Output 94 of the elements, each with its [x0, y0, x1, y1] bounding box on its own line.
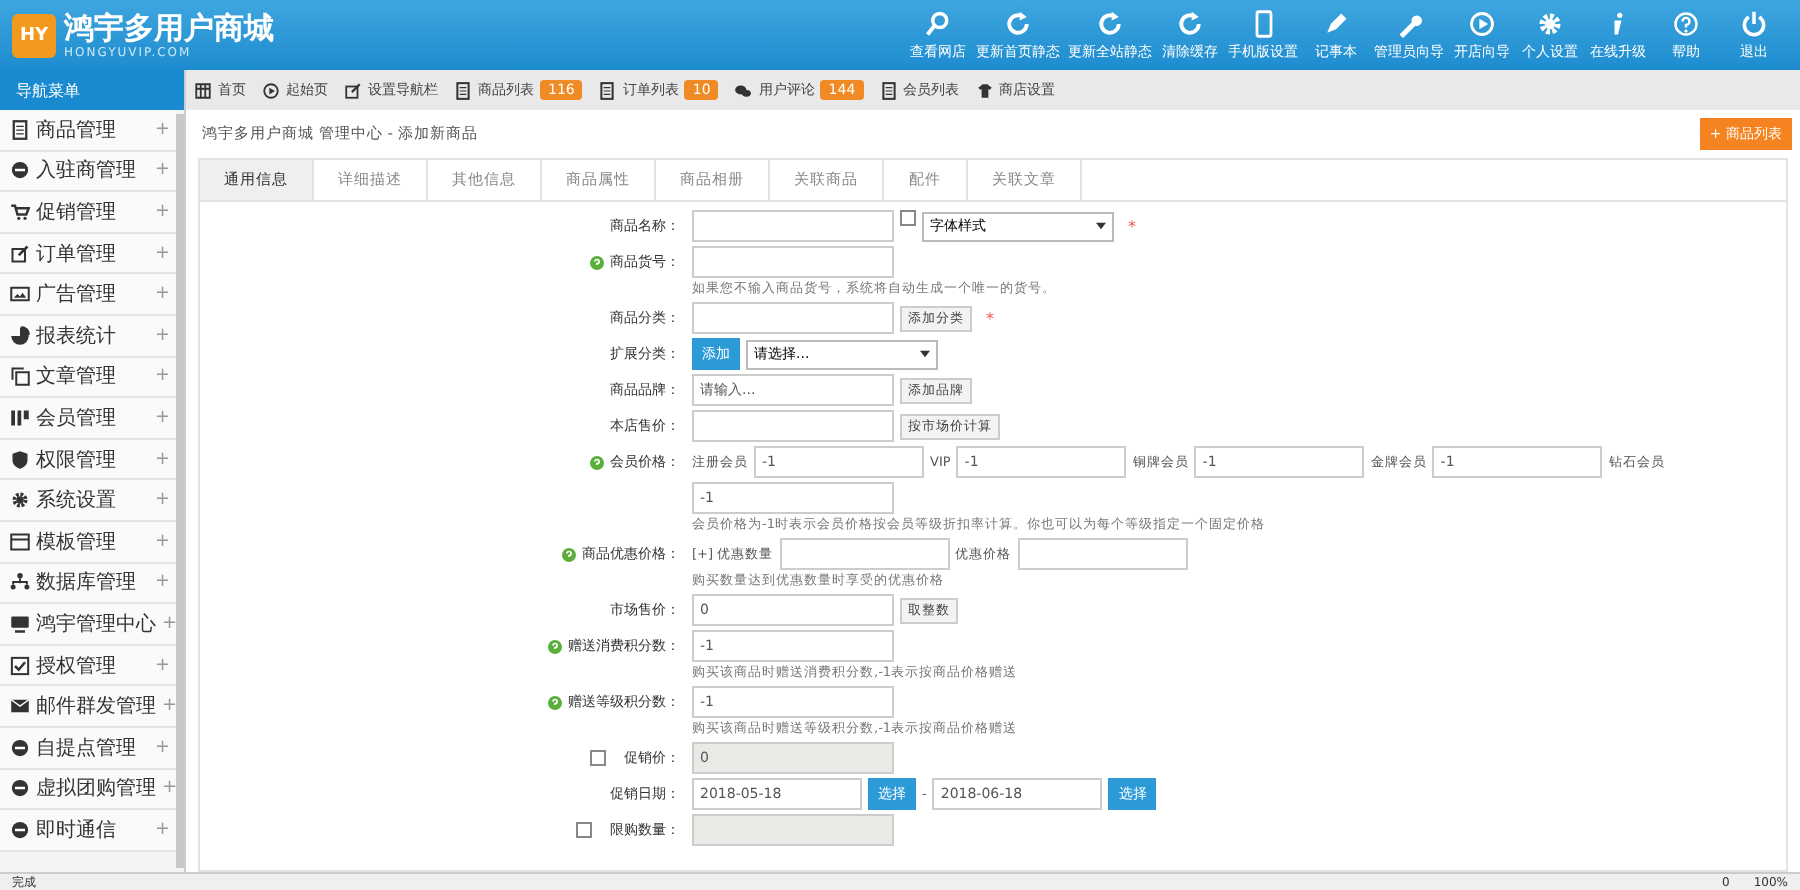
sidebar-item[interactable]: 虚拟团购管理 + [0, 769, 176, 811]
monitor-icon [10, 613, 30, 634]
edit-icon [10, 243, 30, 264]
expand-sign: + [162, 696, 178, 717]
window-icon [10, 531, 30, 552]
play-icon [1468, 9, 1496, 37]
expand-sign: + [154, 201, 170, 222]
copy-icon [10, 366, 30, 387]
shield-icon [10, 449, 30, 470]
gear-icon [10, 490, 30, 511]
input-field[interactable] [692, 302, 894, 334]
scrollbar[interactable] [176, 114, 184, 868]
sidebar-item[interactable]: 文章管理 + [0, 357, 176, 399]
doc-icon [454, 81, 472, 99]
sidebar-item[interactable]: 即时通信 + [0, 810, 176, 852]
wrench-icon [1395, 9, 1423, 37]
sidebar-item[interactable]: 广告管理 + [0, 274, 176, 316]
sidebar-item[interactable]: 授权管理 + [0, 645, 176, 687]
expand-sign: + [154, 490, 170, 511]
mail-icon [10, 696, 30, 717]
expand-sign: + [154, 366, 170, 387]
help-icon [1672, 9, 1700, 37]
minus-icon [10, 819, 30, 840]
help-icon[interactable] [548, 695, 562, 709]
caret-icon [920, 350, 930, 358]
input-field[interactable] [1017, 538, 1188, 570]
expand-sign: + [162, 613, 178, 634]
input-field[interactable] [692, 410, 894, 442]
input-field[interactable] [692, 246, 894, 278]
sidebar-item[interactable]: 数据库管理 + [0, 563, 176, 605]
grid-icon [194, 81, 212, 99]
play-icon [262, 81, 280, 99]
help-icon[interactable] [590, 455, 604, 469]
gear-icon [1536, 9, 1564, 37]
sidebar-item[interactable]: 系统设置 + [0, 480, 176, 522]
minus-icon [10, 160, 30, 181]
sidebar-item[interactable]: 商品管理 + [0, 110, 176, 152]
minus-icon [10, 737, 30, 758]
logo-mark: HY [12, 13, 56, 57]
check-icon [10, 655, 30, 676]
sidebar-item[interactable]: 订单管理 + [0, 233, 176, 275]
help-icon[interactable] [590, 255, 604, 269]
sidebar-item[interactable]: 鸿宇管理中心 + [0, 604, 176, 646]
input-field[interactable] [779, 538, 950, 570]
sidebar-item[interactable]: 入驻商管理 + [0, 151, 176, 193]
sitemap-icon [10, 572, 30, 593]
help-icon[interactable] [562, 547, 576, 561]
checkbox[interactable] [576, 822, 592, 838]
doc-icon [10, 119, 30, 140]
image-icon [10, 284, 30, 305]
required-mark: * [986, 309, 994, 327]
logo-title: 鸿宇多用户商城 [64, 11, 274, 45]
expand-sign: + [154, 243, 170, 264]
sidebar-item[interactable]: 报表统计 + [0, 315, 176, 358]
expand-sign: + [154, 325, 170, 346]
shirt-icon [975, 81, 994, 99]
sidebar-item[interactable]: 模板管理 + [0, 521, 176, 564]
expand-sign: + [154, 737, 170, 758]
required-mark: * [1128, 217, 1136, 235]
chat-icon [734, 81, 753, 99]
refresh-icon [1096, 9, 1124, 37]
doc-icon [598, 81, 617, 99]
sidebar-item[interactable]: 会员管理 + [0, 398, 176, 440]
sidebar-item[interactable]: 促销管理 + [0, 192, 176, 234]
expand-sign: + [154, 449, 170, 470]
expand-sign: + [154, 119, 170, 140]
sidebar-item[interactable]: 权限管理 + [0, 439, 176, 481]
sidebar-item[interactable]: 邮件群发管理 + [0, 686, 176, 728]
expand-sign: + [162, 778, 178, 799]
expand-sign: + [154, 160, 170, 181]
power-icon [1740, 9, 1768, 37]
cart-icon [10, 201, 30, 222]
expand-sign: + [154, 572, 170, 593]
expand-sign: + [154, 284, 170, 305]
pie-icon [10, 325, 30, 346]
nav-title: 导航菜单 [0, 70, 184, 110]
pen-icon [1322, 9, 1350, 37]
minus-icon [10, 778, 30, 799]
doc-icon [879, 81, 898, 99]
color-picker[interactable] [900, 210, 916, 226]
expand-sign: + [154, 407, 170, 428]
expand-sign: + [154, 655, 170, 676]
checkbox[interactable] [590, 750, 606, 766]
expand-sign: + [154, 819, 170, 840]
help-icon[interactable] [548, 639, 562, 653]
sidebar-item[interactable]: 自提点管理 + [0, 727, 176, 769]
input-field[interactable] [692, 210, 894, 242]
badge-icon [10, 407, 30, 428]
search-icon [924, 9, 952, 37]
refresh-icon [1004, 9, 1032, 37]
expand-sign: + [154, 531, 170, 552]
refresh-icon [1176, 9, 1204, 37]
caret-icon [1096, 222, 1106, 230]
edit-icon [344, 81, 362, 99]
